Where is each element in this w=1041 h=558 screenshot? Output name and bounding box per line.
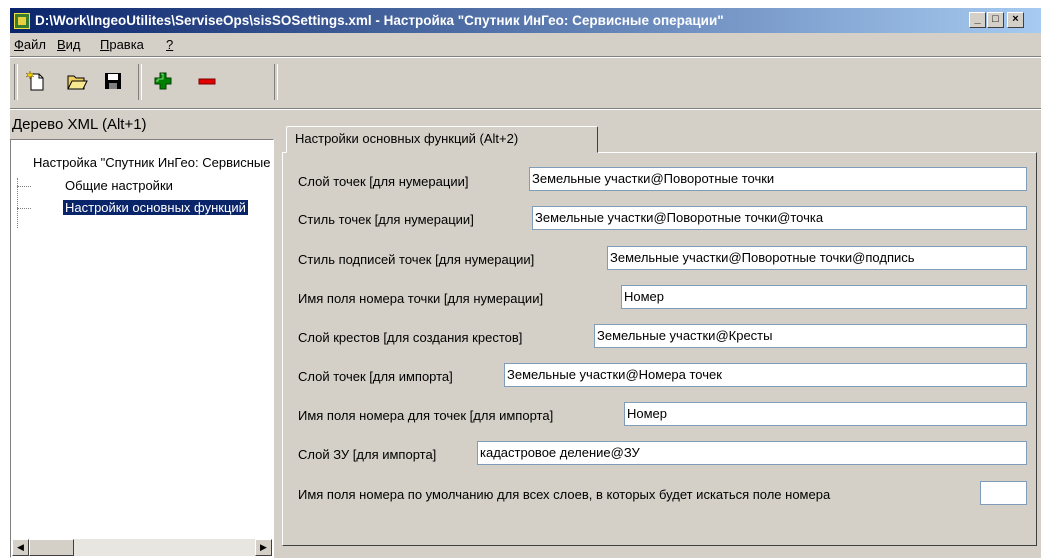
field-label-zu-layer-import: Слой ЗУ [для импорта] (298, 447, 437, 462)
field-input-points-layer-numbering[interactable]: Земельные участки@Поворотные точки (529, 167, 1027, 191)
field-input-crosses-layer[interactable]: Земельные участки@Кресты (594, 324, 1027, 348)
tree-connector (17, 186, 31, 187)
maximize-button[interactable]: □ (987, 12, 1004, 28)
new-file-icon[interactable] (25, 70, 50, 94)
field-input-labels-style-numbering[interactable]: Земельные участки@Поворотные точки@подпи… (607, 246, 1027, 270)
toolbar-separator-line (10, 108, 1041, 110)
field-input-default-number-field[interactable] (980, 481, 1027, 505)
field-label-points-layer-numbering: Слой точек [для нумерации] (298, 174, 469, 189)
tree-panel-title: Дерево XML (Alt+1) (12, 116, 147, 133)
xml-tree[interactable]: Настройка "Спутник ИнГео: Сервисные опер… (10, 139, 274, 558)
scroll-right-icon[interactable]: ▶ (255, 539, 272, 556)
open-folder-icon[interactable] (66, 70, 90, 94)
menu-view[interactable]: Вид (57, 37, 81, 52)
scrollbar-thumb[interactable] (29, 539, 74, 556)
menu-bar: Файл Вид Правка ? (10, 35, 1041, 55)
field-label-points-layer-import: Слой точек [для импорта] (298, 369, 453, 384)
minimize-button[interactable]: _ (969, 12, 986, 28)
field-label-labels-style-numbering: Стиль подписей точек [для нумерации] (298, 252, 535, 267)
menu-separator (10, 56, 1041, 58)
field-label-number-field-import: Имя поля номера для точек [для импорта] (298, 408, 554, 423)
tree-item-main-functions[interactable]: Настройки основных функций (63, 200, 248, 215)
field-label-default-number-field: Имя поля номера по умолчанию для всех сл… (298, 487, 831, 502)
field-input-points-style-numbering[interactable]: Земельные участки@Поворотные точки@точка (532, 206, 1027, 230)
main-window: D:\Work\IngeoUtilites\ServiseOps\sisSOSe… (10, 8, 1041, 558)
title-bar[interactable]: D:\Work\IngeoUtilites\ServiseOps\sisSOSe… (10, 8, 1041, 33)
toolbar-grip-2[interactable] (274, 64, 278, 100)
field-input-number-field-import[interactable]: Номер (624, 402, 1027, 426)
field-input-points-layer-import[interactable]: Земельные участки@Номера точек (504, 363, 1027, 387)
field-label-points-style-numbering: Стиль точек [для нумерации] (298, 212, 474, 227)
menu-help[interactable]: ? (166, 37, 173, 52)
menu-edit[interactable]: Правка (100, 37, 144, 52)
field-input-zu-layer-import[interactable]: кадастровое деление@ЗУ (477, 441, 1027, 465)
tree-connector (17, 208, 31, 209)
window-title: D:\Work\IngeoUtilites\ServiseOps\sisSOSe… (35, 13, 724, 28)
toolbar-separator (138, 64, 142, 100)
field-label-number-field-numbering: Имя поля номера точки [для нумерации] (298, 291, 544, 306)
field-input-number-field-numbering[interactable]: Номер (621, 285, 1027, 309)
menu-file[interactable]: Файл (14, 37, 46, 52)
save-icon[interactable] (102, 70, 126, 94)
tree-root-node[interactable]: Настройка "Спутник ИнГео: Сервисные опер… (33, 155, 273, 170)
panel-splitter[interactable] (275, 112, 279, 558)
tree-item-general-settings[interactable]: Общие настройки (63, 178, 175, 193)
toolbar-grip[interactable] (14, 64, 18, 100)
remove-icon[interactable] (196, 70, 220, 94)
toolbar (10, 60, 1041, 110)
scroll-left-icon[interactable]: ◀ (12, 539, 29, 556)
tree-horizontal-scrollbar[interactable]: ◀ ▶ (12, 539, 272, 556)
field-label-crosses-layer: Слой крестов [для создания крестов] (298, 330, 523, 345)
add-icon[interactable] (152, 70, 176, 94)
app-icon (14, 13, 30, 29)
tab-main-functions[interactable]: Настройки основных функций (Alt+2) (286, 126, 598, 153)
close-button[interactable]: × (1007, 12, 1024, 28)
